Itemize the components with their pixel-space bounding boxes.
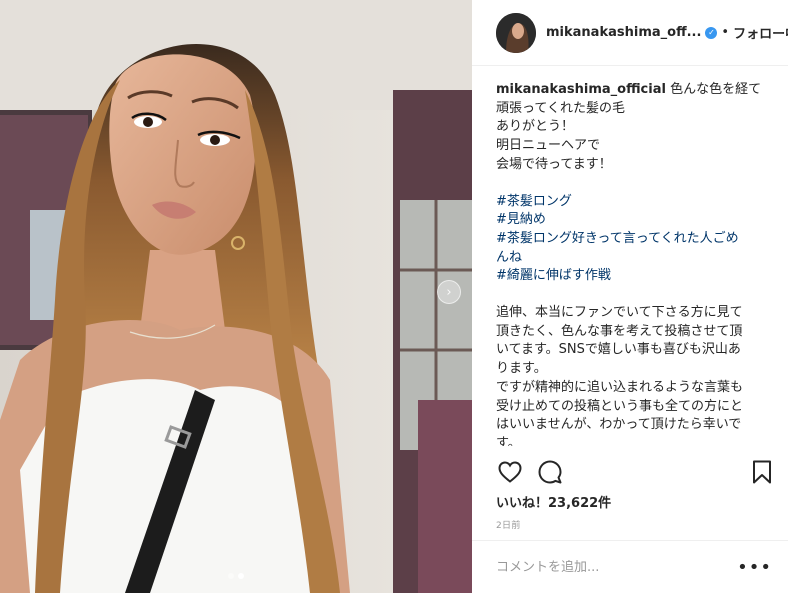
post-header: mikanakashima_off... ✓ • フォロー中 [472,0,788,66]
hashtag-link[interactable]: #茶髪ロング好きって言ってくれた人ごめ [496,230,774,249]
avatar-image [496,12,536,53]
comment-icon [538,460,562,484]
like-count[interactable]: いいね！23,622件 [496,492,611,511]
caption-text-line: 会場で待ってます！ [496,156,612,172]
caption-text-line: 明日ニューヘアで [496,138,601,154]
postscript-line: いてます。SNSで嬉しい事も喜びも沢山あ [496,342,741,358]
postscript-line: 頂きたく、色んな事を考えて投稿させて頂 [496,323,743,339]
hashtag-link[interactable]: #茶髪ロング [496,193,774,212]
more-options-icon[interactable]: ••• [737,557,772,578]
postscript-line: 受け止めての投稿という事も全ての方にと [496,398,744,414]
heart-icon [498,461,522,483]
caption-first-line: mikanakashima_official 色んな色を経て [496,81,774,100]
selfie-photo [0,0,472,593]
caption-text-line: 頑張ってくれた髪の毛 [496,100,625,116]
like-button[interactable] [496,458,524,486]
post-timestamp[interactable]: 2日前 [496,518,521,531]
action-bar [496,456,776,488]
post-caption: mikanakashima_official 色んな色を経て 頑張ってくれた髪の… [472,66,788,446]
avatar[interactable] [496,12,536,53]
save-button[interactable] [748,458,776,486]
comment-input[interactable] [496,559,738,575]
post-sidebar: mikanakashima_off... ✓ • フォロー中 mikanakas… [472,0,788,593]
verified-badge-icon: ✓ [705,26,718,39]
caption-text-line: 色んな色を経て [670,82,762,97]
postscript-line: はいいませんが、わかって頂けたら幸いで [496,417,742,433]
carousel-indicator [0,573,472,579]
hashtag-link[interactable]: #綺麗に伸ばす作戦 [496,267,774,286]
hashtag-link[interactable]: #見納め [496,211,774,230]
postscript-line: す。 [496,435,521,446]
caption-username[interactable]: mikanakashima_official [496,82,666,97]
bookmark-icon [753,460,771,484]
caption-text-line: ありがとう！ [496,119,575,135]
comment-button[interactable] [536,458,564,486]
header-username[interactable]: mikanakashima_off... [546,25,701,40]
postscript-line: ります。 [496,361,547,377]
carousel-next-button[interactable]: › [437,280,461,304]
hashtag-link-continued[interactable]: んね [496,249,774,268]
postscript-line: ですが精神的に追い込まれるような言葉も [496,379,744,395]
postscript-line: 追伸、本当にファンでいて下さる方に見て [496,305,743,321]
comment-form: ••• [472,540,788,593]
header-separator: • [721,25,730,40]
carousel-dot-active [238,573,244,579]
chevron-right-icon: › [446,284,452,300]
following-button[interactable]: フォロー中 [733,23,788,42]
carousel-dot [228,573,234,579]
post-photo[interactable]: › [0,0,472,593]
